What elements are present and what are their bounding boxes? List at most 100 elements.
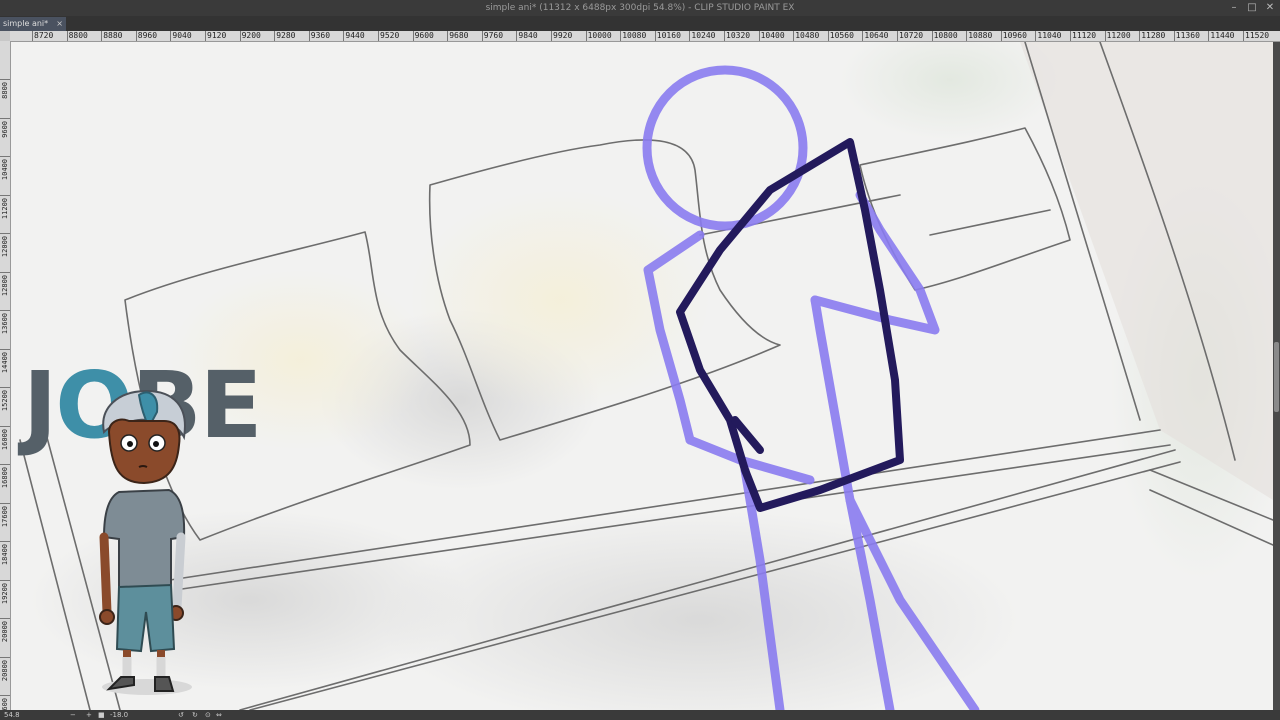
- character-arm: [99, 532, 112, 617]
- zoom-slider-icon[interactable]: ■: [98, 710, 105, 720]
- ruler-tick-text: 19200: [1, 582, 9, 604]
- window-title: simple ani* (11312 x 6488px 300dpi 54.8%…: [485, 3, 795, 13]
- ruler-tick-label: 10800: [931, 31, 958, 41]
- ruler-tick-label: 11360: [1173, 31, 1200, 41]
- ruler-tick-text: 16000: [1, 428, 9, 450]
- minimize-button[interactable]: –: [1228, 0, 1240, 16]
- zoom-value[interactable]: 54.8: [4, 710, 20, 720]
- ruler-tick-label: 16000: [0, 425, 10, 450]
- rotate-right-icon[interactable]: ↻: [192, 710, 198, 720]
- ruler-tick-label: 17600: [0, 502, 10, 527]
- ruler-corner: [0, 31, 10, 41]
- ruler-tick-label: 9600: [0, 117, 10, 137]
- drawing-canvas[interactable]: JOBE: [11, 42, 1273, 710]
- ruler-tick-label: 21600: [0, 695, 10, 710]
- character-face: [107, 418, 181, 485]
- ruler-tick-label: 8720: [32, 31, 54, 41]
- ruler-tick-label: 10960: [1000, 31, 1027, 41]
- ruler-tick-label: 9520: [378, 31, 400, 41]
- window-controls: – □ ✕: [1228, 0, 1276, 16]
- ruler-tick-text: 21600: [1, 698, 9, 710]
- ruler-tick-label: 12800: [0, 271, 10, 296]
- ruler-tick-text: 16800: [1, 467, 9, 489]
- character-pupil: [127, 441, 133, 447]
- ruler-tick-label: 9120: [205, 31, 227, 41]
- ruler-tick-text: 9600: [1, 120, 9, 138]
- ruler-tick-label: 9680: [447, 31, 469, 41]
- tab-close-icon[interactable]: ×: [56, 17, 63, 31]
- ruler-tick-text: 18400: [1, 544, 9, 566]
- ruler-tick-label: 19200: [0, 579, 10, 604]
- close-button[interactable]: ✕: [1264, 0, 1276, 16]
- zoom-out-icon[interactable]: −: [70, 710, 76, 720]
- ruler-tick-text: 13600: [1, 313, 9, 335]
- flip-icon[interactable]: ⇔: [216, 710, 222, 720]
- ruler-tick-text: 17600: [1, 505, 9, 527]
- vertical-scrollbar[interactable]: [1273, 42, 1280, 710]
- rotate-left-icon[interactable]: ↺: [178, 710, 184, 720]
- ruler-tick-label: 10720: [897, 31, 924, 41]
- ruler-tick-text: 14400: [1, 351, 9, 373]
- ruler-tick-label: 18400: [0, 541, 10, 565]
- ruler-tick-label: 12000: [0, 233, 10, 257]
- zoom-in-icon[interactable]: +: [86, 710, 92, 720]
- ruler-tick-label: 10000: [585, 31, 612, 41]
- ruler-tick-label: 16800: [0, 464, 10, 488]
- rotation-value[interactable]: -18.0: [110, 710, 128, 720]
- ruler-tick-label: 10640: [862, 31, 889, 41]
- ruler-tick-label: 15200: [0, 387, 10, 411]
- ruler-tick-label: 9760: [481, 31, 504, 41]
- ruler-tick-label: 9360: [308, 31, 331, 41]
- vertical-ruler: 8800 9600 10400 11200 12000 12800 13600 14400 15…: [0, 41, 11, 710]
- ruler-tick-label: 11280: [1139, 31, 1166, 41]
- character-shirt: [102, 488, 186, 591]
- ruler-tick-text: 12000: [1, 236, 9, 258]
- document-tab-bar: simple ani* ×: [0, 16, 1280, 31]
- ruler-tick-label: 10880: [966, 31, 993, 41]
- jobe-character: [99, 389, 192, 695]
- character-shorts: [115, 583, 176, 653]
- ruler-tick-text: 20000: [1, 621, 9, 643]
- ruler-tick-label: 9600: [412, 31, 434, 41]
- ruler-tick-text: 8800: [1, 82, 9, 99]
- character-pupil: [153, 441, 159, 447]
- maximize-button[interactable]: □: [1246, 0, 1258, 16]
- ruler-tick-text: 20800: [1, 659, 9, 681]
- character-shoe: [154, 676, 175, 692]
- character-fist: [99, 609, 115, 625]
- ruler-tick-text: 10400: [1, 159, 9, 181]
- ruler-tick-label: 11200: [1104, 31, 1131, 41]
- ruler-tick-text: 11200: [1, 197, 9, 219]
- ruler-tick-label: 8880: [101, 31, 123, 41]
- ruler-tick-label: 11200: [0, 194, 10, 219]
- reset-rotation-icon[interactable]: ⊙: [205, 710, 211, 720]
- ruler-tick-label: 8800: [66, 31, 88, 41]
- scrollbar-thumb[interactable]: [1274, 342, 1279, 412]
- logo-letter: J: [23, 352, 57, 459]
- tab-simple-ani[interactable]: simple ani* ×: [0, 17, 66, 31]
- ruler-tick-label: 10080: [620, 31, 647, 41]
- ruler-tick-label: 13600: [0, 310, 10, 334]
- ruler-tick-label: 9200: [239, 31, 261, 41]
- horizontal-ruler: 8720 8800 8880 8960 9040 9120 9200 9280 9360 9440…: [10, 31, 1280, 42]
- ruler-tick-label: 9040: [170, 31, 192, 41]
- ruler-tick-label: 9440: [343, 31, 365, 41]
- ruler-tick-label: 11120: [1070, 31, 1097, 41]
- ruler-tick-label: 11520: [1243, 31, 1270, 41]
- ruler-tick-label: 8800: [0, 79, 10, 99]
- cream-wash: [410, 190, 710, 410]
- ruler-tick-label: 11040: [1035, 31, 1062, 41]
- ruler-tick-label: 8960: [135, 31, 158, 41]
- tab-label: simple ani*: [3, 19, 49, 28]
- ruler-tick-text: 12800: [1, 274, 9, 296]
- ruler-tick-label: 11440: [1208, 31, 1235, 41]
- ruler-tick-label: 20000: [0, 618, 10, 642]
- ruler-tick-label: 14400: [0, 348, 10, 373]
- character-arm: [172, 532, 186, 612]
- ruler-tick-label: 10160: [654, 31, 681, 41]
- status-bar: 54.8 − + ■ -18.0 ↺ ↻ ⊙ ⇔: [0, 710, 1280, 720]
- ruler-tick-label: 10400: [0, 156, 10, 180]
- ruler-tick-label: 9840: [516, 31, 538, 41]
- ruler-tick-label: 9920: [551, 31, 573, 41]
- ruler-tick-label: 10240: [689, 31, 716, 41]
